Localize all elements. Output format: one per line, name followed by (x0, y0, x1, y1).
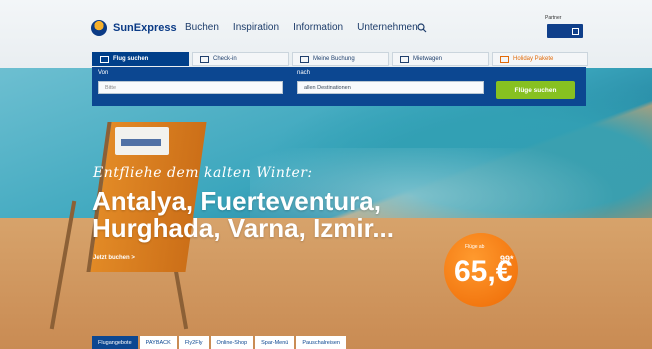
headline-line-2: Hurghada, Varna, Izmir... (92, 213, 394, 243)
logo[interactable]: SunExpress (91, 20, 177, 36)
tab-label: Mietwagen (413, 56, 443, 62)
tab-spar-menue[interactable]: Spar-Menü (255, 336, 295, 349)
nav-buchen[interactable]: Buchen (185, 22, 219, 33)
to-input[interactable]: allen Destinationen (297, 81, 484, 94)
tab-pauschalreisen[interactable]: Pauschalreisen (296, 336, 346, 349)
price-cents: 99* (500, 254, 514, 264)
sun-logo-icon (91, 20, 107, 36)
flight-search-form: Von Bitte nach allen Destinationen Flüge… (92, 67, 586, 106)
from-input[interactable]: Bitte (98, 81, 283, 94)
partner-label: Partner (545, 15, 562, 21)
tab-mietwagen[interactable]: Mietwagen (392, 52, 489, 66)
tab-label: Holiday Pakete (513, 56, 554, 62)
tab-online-shop[interactable]: Online-Shop (210, 336, 254, 349)
hero-headline: Antalya, Fuerteventura, Hurghada, Varna,… (92, 188, 394, 242)
search-flights-button[interactable]: Flüge suchen (496, 81, 575, 99)
suitcase-icon (500, 55, 509, 63)
main-nav: Buchen Inspiration Information Unternehm… (185, 22, 418, 33)
tab-label: Check-in (213, 56, 237, 62)
partner-badge[interactable] (547, 24, 583, 38)
price-badge[interactable]: Flüge ab 65,€ 99* (444, 233, 518, 307)
tab-flugangebote[interactable]: Flugangebote (92, 336, 138, 349)
search-icon[interactable] (417, 23, 427, 33)
brand-name: SunExpress (113, 22, 177, 34)
plane-icon (300, 55, 309, 63)
car-icon (400, 55, 409, 63)
tab-check-in[interactable]: Check-in (192, 52, 289, 66)
bottom-tabs: Flugangebote PAYBACK Fly2Fly Online-Shop… (92, 336, 346, 349)
to-label: nach (297, 70, 311, 76)
chair-logo (121, 139, 161, 146)
tab-label: Flug suchen (113, 56, 149, 62)
price-prefix: Flüge ab (465, 244, 485, 250)
nav-unternehmen[interactable]: Unternehmen (357, 22, 418, 33)
hero-tagline: Entfliehe dem kalten Winter: (93, 165, 313, 181)
search-icon (100, 55, 109, 63)
nav-information[interactable]: Information (293, 22, 343, 33)
from-label: Von (98, 70, 109, 76)
tab-flug-suchen[interactable]: Flug suchen (92, 52, 189, 66)
tab-label: Meine Buchung (313, 56, 355, 62)
tab-holiday-pakete[interactable]: Holiday Pakete (492, 52, 588, 66)
ticket-icon (200, 55, 209, 63)
page: SunExpress Buchen Inspiration Informatio… (0, 0, 652, 349)
book-now-link[interactable]: Jetzt buchen > (93, 255, 135, 261)
booking-tabs: Flug suchen Check-in Meine Buchung Mietw… (92, 52, 588, 66)
tab-payback[interactable]: PAYBACK (139, 336, 177, 349)
nav-inspiration[interactable]: Inspiration (233, 22, 279, 33)
headline-line-1: Antalya, Fuerteventura, (92, 186, 381, 216)
tab-fly2fly[interactable]: Fly2Fly (178, 336, 209, 349)
chair-sunexpress-patch (115, 127, 169, 155)
tab-meine-buchung[interactable]: Meine Buchung (292, 52, 389, 66)
